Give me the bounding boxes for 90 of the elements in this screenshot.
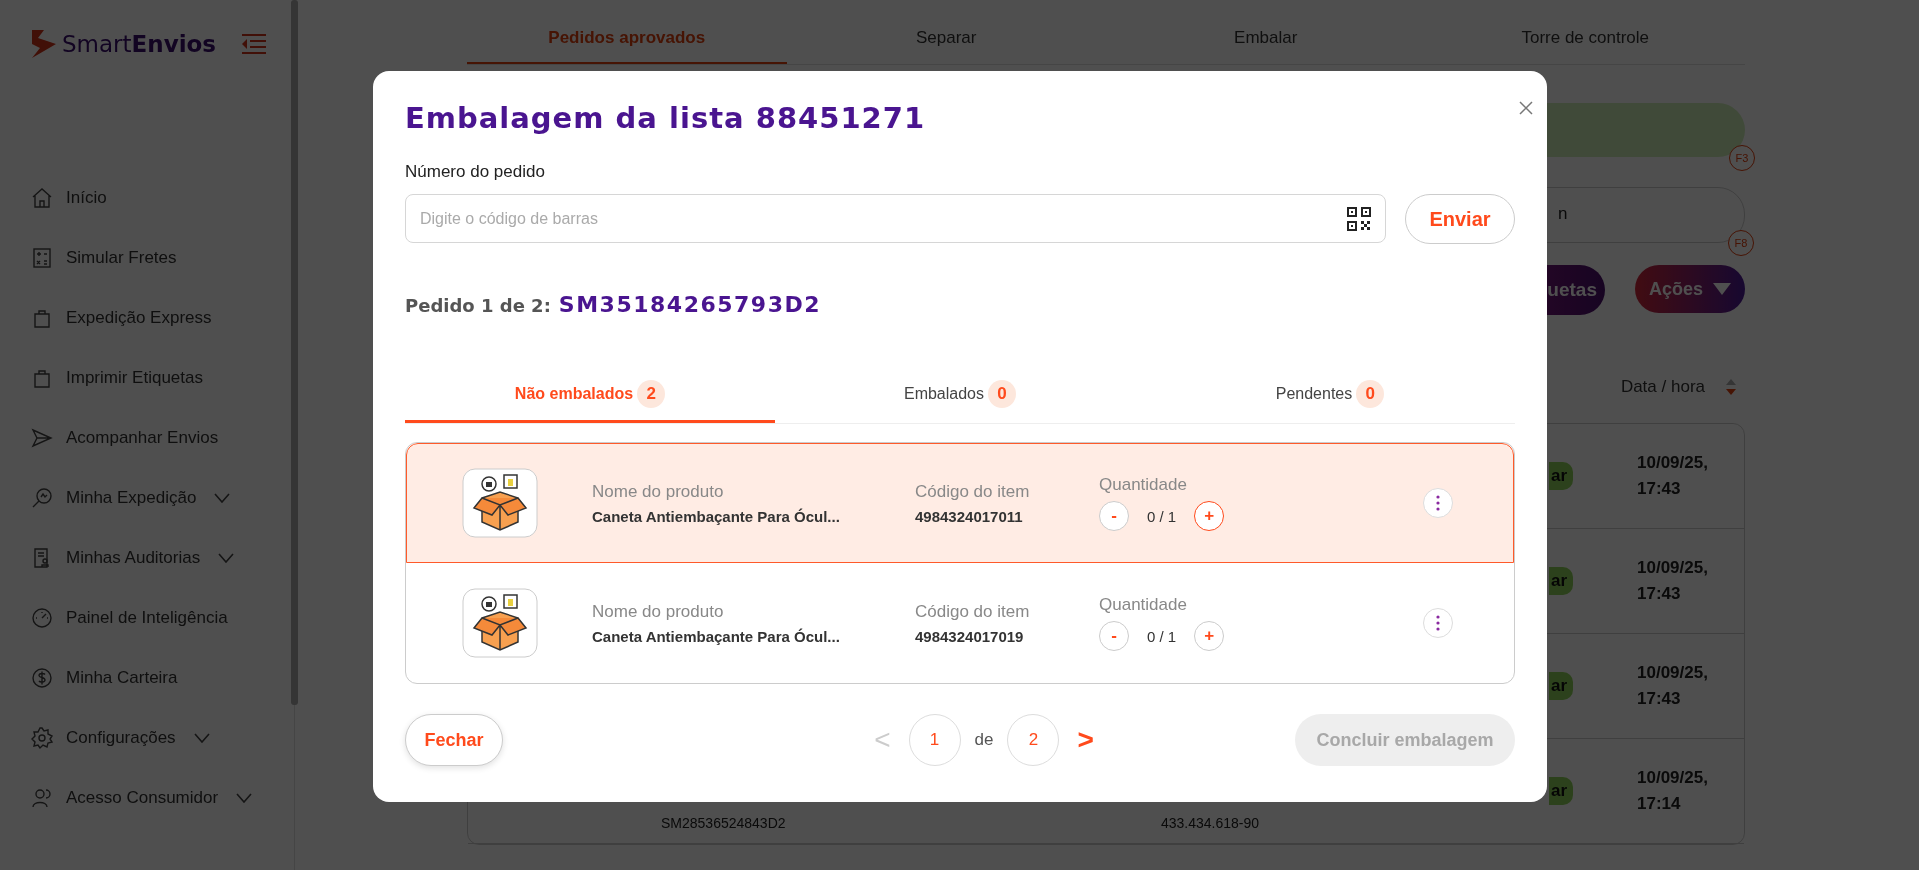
item-code: 4984324017019: [915, 627, 1024, 645]
chevron-down-icon[interactable]: [218, 553, 235, 563]
sidebar-item[interactable]: Minhas Auditorias: [66, 548, 201, 568]
scrollbar[interactable]: [291, 0, 298, 705]
field-label: Quantidade: [1099, 475, 1187, 495]
more-options-button[interactable]: [1423, 488, 1453, 518]
increment-button[interactable]: +: [1194, 621, 1225, 651]
tab[interactable]: Pendentes 0: [1145, 379, 1515, 423]
column-header: Data / hora: [1620, 377, 1705, 397]
tab[interactable]: Não embalados 2: [405, 379, 775, 423]
gauge-icon: [30, 606, 54, 630]
tab[interactable]: Embalados 0: [775, 379, 1145, 423]
sidebar-item[interactable]: Imprimir Etiquetas: [66, 368, 203, 388]
field-label: Código do item: [915, 601, 1030, 622]
decrement-button[interactable]: -: [1099, 501, 1129, 531]
send-icon: [30, 426, 54, 450]
qr-code-icon[interactable]: [1346, 206, 1372, 232]
product-name: Caneta Antiembaçante Para Ócul...: [592, 627, 840, 645]
sidebar-item[interactable]: Acompanhar Envios: [66, 428, 219, 448]
field-label: Número do pedido: [405, 162, 545, 182]
field-label: Quantidade: [1099, 595, 1187, 615]
product-row[interactable]: Nome do produto Caneta Antiembaçante Para Ócul... Código do item 4984324017011 Quantidade - 0 / 1 +: [406, 443, 1514, 563]
sidebar-item[interactable]: Expedição Express: [66, 308, 212, 328]
tab[interactable]: Pedidos aprovados: [467, 0, 787, 64]
table-cell-text: SM28536524843D2: [661, 815, 787, 833]
next-page-button[interactable]: >: [1073, 724, 1098, 756]
logo-icon: [30, 28, 58, 60]
shortcut-badge: F3: [1729, 145, 1755, 171]
users-icon: [30, 786, 54, 810]
increment-button[interactable]: +: [1194, 501, 1225, 531]
status-badge: ar: [1549, 777, 1574, 805]
logo-text: SmartEnvios: [62, 31, 217, 57]
table-cell-text: 10/09/25, 17:43: [1636, 556, 1709, 605]
order-code: SM35184265793D2: [558, 292, 822, 317]
shortcut-badge: F8: [1728, 230, 1754, 256]
count-badge: 0: [1356, 380, 1385, 408]
table-cell-text: 10/09/25, 17:14: [1636, 766, 1709, 815]
count-badge: 2: [637, 380, 666, 408]
chevron-down-icon[interactable]: [214, 493, 231, 503]
item-code: 4984324017011: [915, 507, 1023, 525]
sort-icon[interactable]: [1725, 378, 1737, 396]
sidebar-item[interactable]: Painel de Inteligência: [66, 608, 228, 628]
close-button[interactable]: Fechar: [405, 714, 503, 766]
settings-icon: [30, 726, 54, 750]
page-button[interactable]: 2: [1007, 714, 1060, 766]
product-row[interactable]: Nome do produto Caneta Antiembaçante Para Ócul... Código do item 4984324017019 Quantidade - 0 / 1 +: [406, 563, 1514, 683]
home-icon: [30, 186, 54, 210]
menu-icon[interactable]: [240, 33, 268, 55]
status-badge: ar: [1549, 672, 1574, 700]
decrement-button[interactable]: -: [1099, 621, 1129, 651]
chevron-down-icon[interactable]: [193, 733, 210, 743]
table-cell-text: 10/09/25, 17:43: [1636, 451, 1709, 500]
field-label: Nome do produto: [592, 481, 724, 502]
vertical-dots-icon: [1436, 615, 1440, 631]
send-button[interactable]: Enviar: [1405, 194, 1515, 244]
field-label: Nome do produto: [592, 601, 724, 622]
search-icon: [30, 486, 54, 510]
quantity-value: 0 / 1: [1147, 627, 1177, 645]
page-separator: de: [974, 730, 994, 750]
product-name: Caneta Antiembaçante Para Ócul...: [592, 507, 840, 525]
table-cell-text: 10/09/25, 17:43: [1636, 661, 1709, 710]
status-badge: ar: [1549, 567, 1574, 595]
box-icon: [462, 588, 538, 658]
tab[interactable]: Separar: [786, 0, 1106, 64]
calculator-icon: [30, 246, 54, 270]
sidebar-item[interactable]: Configurações: [66, 728, 176, 748]
order-counter: Pedido 1 de 2:: [405, 295, 551, 316]
quantity-value: 0 / 1: [1147, 507, 1177, 525]
more-options-button[interactable]: [1423, 608, 1453, 638]
box-icon: [462, 468, 538, 538]
status-badge: ar: [1549, 462, 1574, 490]
sidebar-item[interactable]: Simular Fretes: [66, 248, 177, 268]
table-cell-text: 433.434.618-90: [1161, 815, 1261, 833]
field-label: Código do item: [915, 481, 1030, 502]
sidebar-item[interactable]: Minha Expedição: [66, 488, 197, 508]
vertical-dots-icon: [1436, 495, 1440, 511]
chevron-down-icon[interactable]: [236, 793, 253, 803]
tab[interactable]: Embalar: [1106, 0, 1426, 64]
page-button[interactable]: 1: [908, 714, 961, 766]
sidebar-item[interactable]: Início: [66, 188, 107, 208]
barcode-input-field[interactable]: Digite o código de barras: [405, 194, 1386, 243]
count-badge: 0: [988, 380, 1016, 408]
sidebar-item[interactable]: Acesso Consumidor: [66, 788, 219, 808]
caret-icon: [1713, 283, 1731, 295]
dollar-icon: [30, 666, 54, 690]
actions-button[interactable]: Ações: [1634, 265, 1745, 313]
close-icon[interactable]: [1519, 101, 1533, 115]
tab[interactable]: Torre de controle: [1425, 0, 1745, 64]
modal-title: Embalagem da lista 88451271: [405, 101, 926, 135]
sidebar-item[interactable]: Minha Carteira: [66, 668, 178, 688]
